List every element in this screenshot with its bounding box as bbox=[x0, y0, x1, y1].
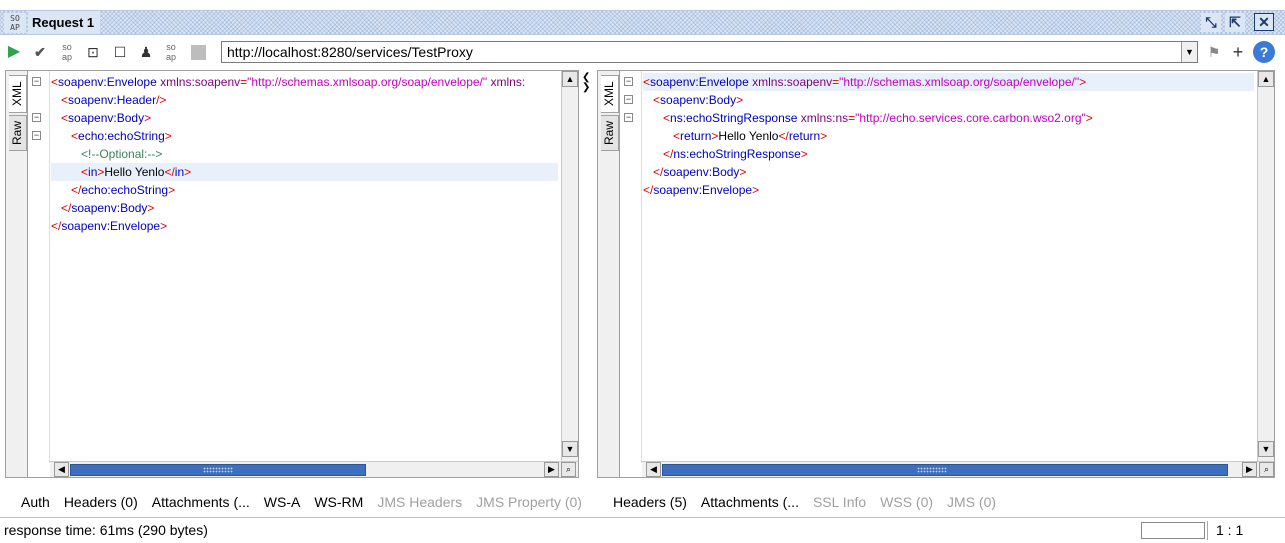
tab-headers-0[interactable]: Headers (0) bbox=[57, 494, 145, 510]
maximize-icon[interactable]: ⇱ bbox=[1225, 13, 1245, 32]
code-line[interactable]: <in>Hello Yenlo</in> bbox=[51, 163, 558, 181]
request-bottom-tabs: Auth Headers (0) Attachments (... WS-A WS-RM… bbox=[14, 488, 589, 516]
response-bottom-tabs: Headers (5) Attachments (... SSL Info WSS (… bbox=[606, 488, 1003, 516]
view-icon[interactable]: ⊡ bbox=[83, 42, 103, 62]
tab-attachments[interactable]: Attachments (... bbox=[694, 494, 806, 510]
code-line[interactable]: <echo:echoString> bbox=[51, 127, 558, 145]
help-icon[interactable]: ? bbox=[1253, 41, 1275, 63]
detach-icon[interactable]: ⤡ bbox=[1201, 13, 1221, 32]
scrollbar-thumb[interactable] bbox=[662, 464, 1228, 476]
code-line[interactable]: <soapenv:Envelope xmlns:soapenv="http://… bbox=[643, 73, 1254, 91]
response-side-tabs: XML Raw bbox=[598, 71, 620, 477]
code-line[interactable]: <!--Optional:--> bbox=[51, 145, 558, 163]
code-line[interactable]: </ns:echoStringResponse> bbox=[643, 145, 1254, 163]
wsdl-icon[interactable]: so ap bbox=[57, 42, 77, 62]
fold-toggle-icon[interactable]: − bbox=[624, 113, 633, 122]
caret-position: 1 : 1 bbox=[1216, 522, 1244, 538]
vertical-scrollbar[interactable]: ▲ ▼ bbox=[1257, 71, 1274, 463]
scrollbar-thumb[interactable] bbox=[70, 464, 366, 476]
tab-ws-rm[interactable]: WS-RM bbox=[307, 494, 370, 510]
response-xml-code[interactable]: <soapenv:Envelope xmlns:soapenv="http://… bbox=[643, 73, 1254, 461]
user-icon[interactable]: ♟ bbox=[136, 42, 156, 62]
scroll-right-icon[interactable]: ▶ bbox=[1242, 462, 1257, 477]
tab-raw[interactable]: Raw bbox=[9, 115, 27, 151]
status-indicator bbox=[1141, 522, 1205, 539]
tab-jms-0: JMS (0) bbox=[947, 494, 997, 510]
collapse-right-icon[interactable]: ❯ bbox=[582, 82, 590, 93]
request-side-tabs: XML Raw bbox=[6, 71, 28, 477]
disabled-icon bbox=[188, 42, 208, 62]
horizontal-scrollbar[interactable]: ◀ ▶ ⌕ bbox=[642, 461, 1274, 477]
code-line[interactable]: </soapenv:Envelope> bbox=[643, 181, 1254, 199]
stop-icon[interactable]: ☐ bbox=[110, 42, 130, 62]
title-bar: SO AP Request 1 ⤡ ⇱ ✕ bbox=[0, 10, 1285, 35]
fold-gutter: − − − bbox=[28, 71, 50, 463]
divider bbox=[1207, 521, 1208, 540]
tab-xml[interactable]: XML bbox=[601, 75, 619, 113]
code-line[interactable]: <soapenv:Body> bbox=[643, 91, 1254, 109]
code-line[interactable]: </echo:echoString> bbox=[51, 181, 558, 199]
code-line[interactable]: <ns:echoStringResponse xmlns:ns="http://… bbox=[643, 109, 1254, 127]
scroll-up-icon[interactable]: ▲ bbox=[562, 71, 578, 87]
request-editor: XML Raw − − − <soapenv:Envelope xmlns:so… bbox=[5, 70, 579, 478]
code-line[interactable]: </soapenv:Envelope> bbox=[51, 217, 558, 235]
tab-wss-0: WSS (0) bbox=[880, 494, 934, 510]
fold-toggle-icon[interactable]: − bbox=[32, 131, 41, 140]
fold-toggle-icon[interactable]: − bbox=[624, 95, 633, 104]
scroll-down-icon[interactable]: ▼ bbox=[562, 441, 578, 457]
fold-toggle-icon[interactable]: − bbox=[32, 113, 41, 122]
scroll-left-icon[interactable]: ◀ bbox=[54, 462, 69, 477]
validate-icon[interactable]: ✔ bbox=[30, 42, 50, 62]
response-time-text: response time: 61ms (290 bytes) bbox=[4, 522, 208, 538]
tab-ssl-info: SSL Info bbox=[812, 494, 867, 510]
code-line[interactable]: </soapenv:Body> bbox=[643, 163, 1254, 181]
toolbar: ▶ ✔ soap ⊡ ☐ ♟ soap ▼ ⚑ + ? bbox=[0, 38, 1285, 66]
endpoint-url-input[interactable] bbox=[227, 42, 1177, 62]
soap-icon-text: SO AP bbox=[10, 14, 20, 32]
response-editor: XML Raw − − − <soapenv:Envelope xmlns:so… bbox=[597, 70, 1275, 478]
edit-endpoint-icon[interactable]: ⚑ bbox=[1204, 42, 1224, 62]
endpoint-combobox[interactable]: ▼ bbox=[221, 41, 1198, 63]
code-line[interactable]: <soapenv:Body> bbox=[51, 109, 558, 127]
close-icon[interactable]: ✕ bbox=[1254, 13, 1274, 31]
fold-toggle-icon[interactable]: − bbox=[32, 77, 41, 86]
code-line[interactable]: <soapenv:Envelope xmlns:soapenv="http://… bbox=[51, 73, 558, 91]
request-xml-code[interactable]: <soapenv:Envelope xmlns:soapenv="http://… bbox=[51, 73, 558, 461]
tab-ws-a[interactable]: WS-A bbox=[257, 494, 308, 510]
scroll-left-icon[interactable]: ◀ bbox=[646, 462, 661, 477]
status-bar: response time: 61ms (290 bytes) 1 : 1 bbox=[0, 517, 1285, 543]
chevron-down-icon[interactable]: ▼ bbox=[1181, 42, 1197, 62]
code-line[interactable]: <return>Hello Yenlo</return> bbox=[643, 127, 1254, 145]
tab-attachments[interactable]: Attachments (... bbox=[145, 494, 257, 510]
fold-toggle-icon[interactable]: − bbox=[624, 77, 633, 86]
tab-jms-headers: JMS Headers bbox=[377, 494, 463, 510]
scroll-right-icon[interactable]: ▶ bbox=[544, 462, 559, 477]
tab-headers-5[interactable]: Headers (5) bbox=[606, 494, 694, 510]
soap-icon: SO AP bbox=[4, 13, 26, 33]
tab-xml[interactable]: XML bbox=[9, 75, 27, 113]
soap-icon[interactable]: so ap bbox=[161, 42, 181, 62]
tab-jms-property-0: JMS Property (0) bbox=[476, 494, 582, 510]
code-line[interactable]: <soapenv:Header/> bbox=[51, 91, 558, 109]
add-icon[interactable]: + bbox=[1228, 42, 1248, 62]
window-title: Request 1 bbox=[28, 11, 101, 34]
fold-gutter: − − − bbox=[620, 71, 642, 463]
run-icon[interactable]: ▶ bbox=[4, 42, 24, 62]
find-icon[interactable]: ⌕ bbox=[1259, 462, 1274, 477]
scroll-down-icon[interactable]: ▼ bbox=[1258, 441, 1274, 457]
tab-raw[interactable]: Raw bbox=[601, 115, 619, 151]
panel-splitter[interactable]: ❮ ❯ bbox=[579, 70, 593, 518]
code-line[interactable]: </soapenv:Body> bbox=[51, 199, 558, 217]
vertical-scrollbar[interactable]: ▲ ▼ bbox=[561, 71, 578, 463]
horizontal-scrollbar[interactable]: ◀ ▶ ⌕ bbox=[50, 461, 578, 477]
find-icon[interactable]: ⌕ bbox=[561, 462, 576, 477]
scroll-up-icon[interactable]: ▲ bbox=[1258, 71, 1274, 87]
tab-auth[interactable]: Auth bbox=[14, 494, 57, 510]
